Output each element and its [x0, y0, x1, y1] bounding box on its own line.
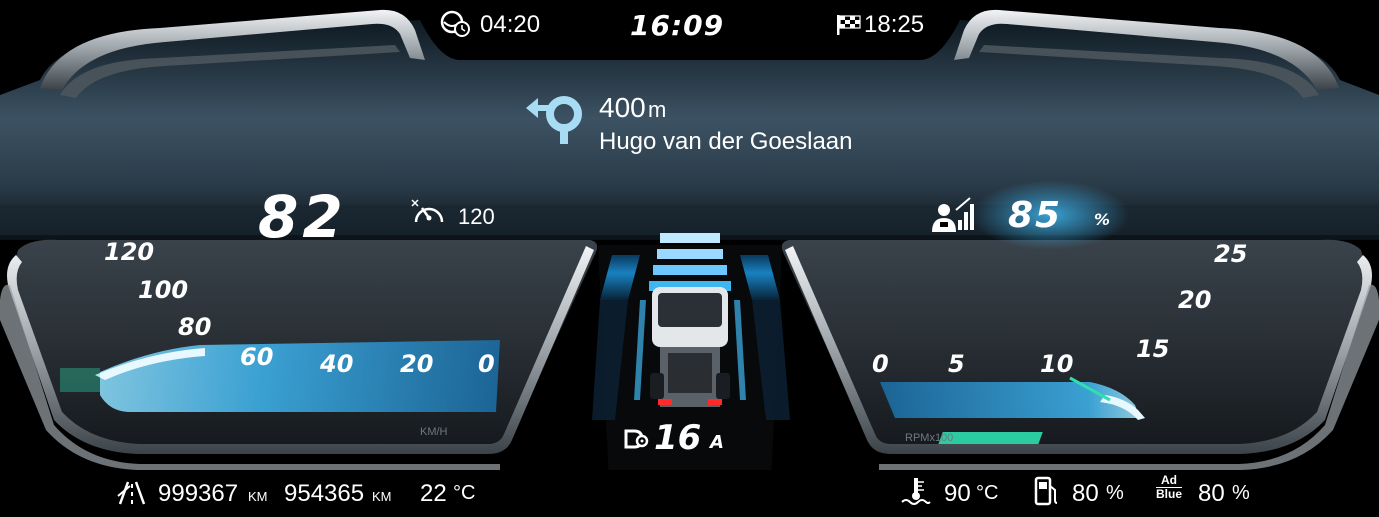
fuel-level-value: 80: [1072, 480, 1099, 507]
odometer-value: 999367: [158, 480, 239, 507]
roundabout-left-icon: [524, 92, 586, 149]
outside-temp-value: 22: [420, 480, 447, 507]
speed-scale-label: 80: [178, 313, 212, 341]
adblue-level-unit: %: [1232, 482, 1250, 504]
engine-load-value: 85: [1008, 195, 1063, 236]
speed-unit-label: KM/H: [420, 426, 448, 438]
coolant-temp-value: 90: [944, 480, 971, 507]
nav-street-name: Hugo van der Goeslaan: [599, 128, 853, 155]
rpm-scale-label: 15: [1136, 335, 1170, 363]
gear-cog-icon: [622, 427, 650, 456]
eta-value: 18:25: [864, 11, 925, 38]
outside-temp-unit: °C: [453, 482, 476, 504]
nav-distance-value: 400: [599, 92, 646, 123]
odometer-unit: KM: [248, 489, 268, 504]
driving-time-icon: [440, 10, 472, 43]
coolant-temp-icon: [900, 476, 932, 511]
gear-mode: A: [710, 432, 724, 453]
rpm-scale-label: 25: [1214, 240, 1248, 268]
speed-scale-label: 0: [478, 350, 495, 378]
clock: 16:09: [630, 9, 725, 42]
driving-time-value: 04:20: [480, 11, 541, 38]
nav-distance-unit: m: [648, 97, 667, 122]
truck-icon: [648, 283, 732, 418]
trip-value: 954365: [284, 480, 365, 507]
adblue-icon: Ad Blue: [1156, 473, 1183, 501]
adblue-label-bottom: Blue: [1156, 487, 1183, 501]
destination-flag-icon: [836, 14, 862, 41]
rpm-unit-label: RPMx100: [905, 432, 954, 444]
speed-scale-label: 100: [138, 276, 189, 304]
fuel-level-unit: %: [1106, 482, 1124, 504]
rpm-scale-label: 5: [948, 350, 965, 378]
rpm-scale-label: 10: [1040, 350, 1074, 378]
speed-scale-label: 40: [320, 350, 354, 378]
coolant-temp-unit: °C: [976, 482, 999, 504]
odometer-road-icon: [116, 478, 148, 511]
speed-limiter-icon: [410, 196, 448, 233]
speed-limit-value: 120: [458, 204, 495, 229]
current-speed: 82: [258, 183, 347, 251]
rpm-scale-label: 0: [872, 350, 889, 378]
speed-scale-label: 60: [240, 343, 274, 371]
adblue-label-top: Ad: [1161, 473, 1177, 487]
fuel-pump-icon: [1034, 476, 1060, 511]
gear-number: 16: [654, 418, 702, 458]
engine-load-unit: %: [1094, 210, 1111, 229]
trip-unit: KM: [372, 489, 392, 504]
speed-scale-label: 20: [400, 350, 434, 378]
speed-scale-label: 120: [104, 238, 155, 266]
adblue-level-value: 80: [1198, 480, 1225, 507]
rpm-scale-label: 20: [1178, 286, 1212, 314]
instrument-cluster: 04:20 16:09 18:25 400 m Hugo van der Goe…: [0, 0, 1379, 517]
